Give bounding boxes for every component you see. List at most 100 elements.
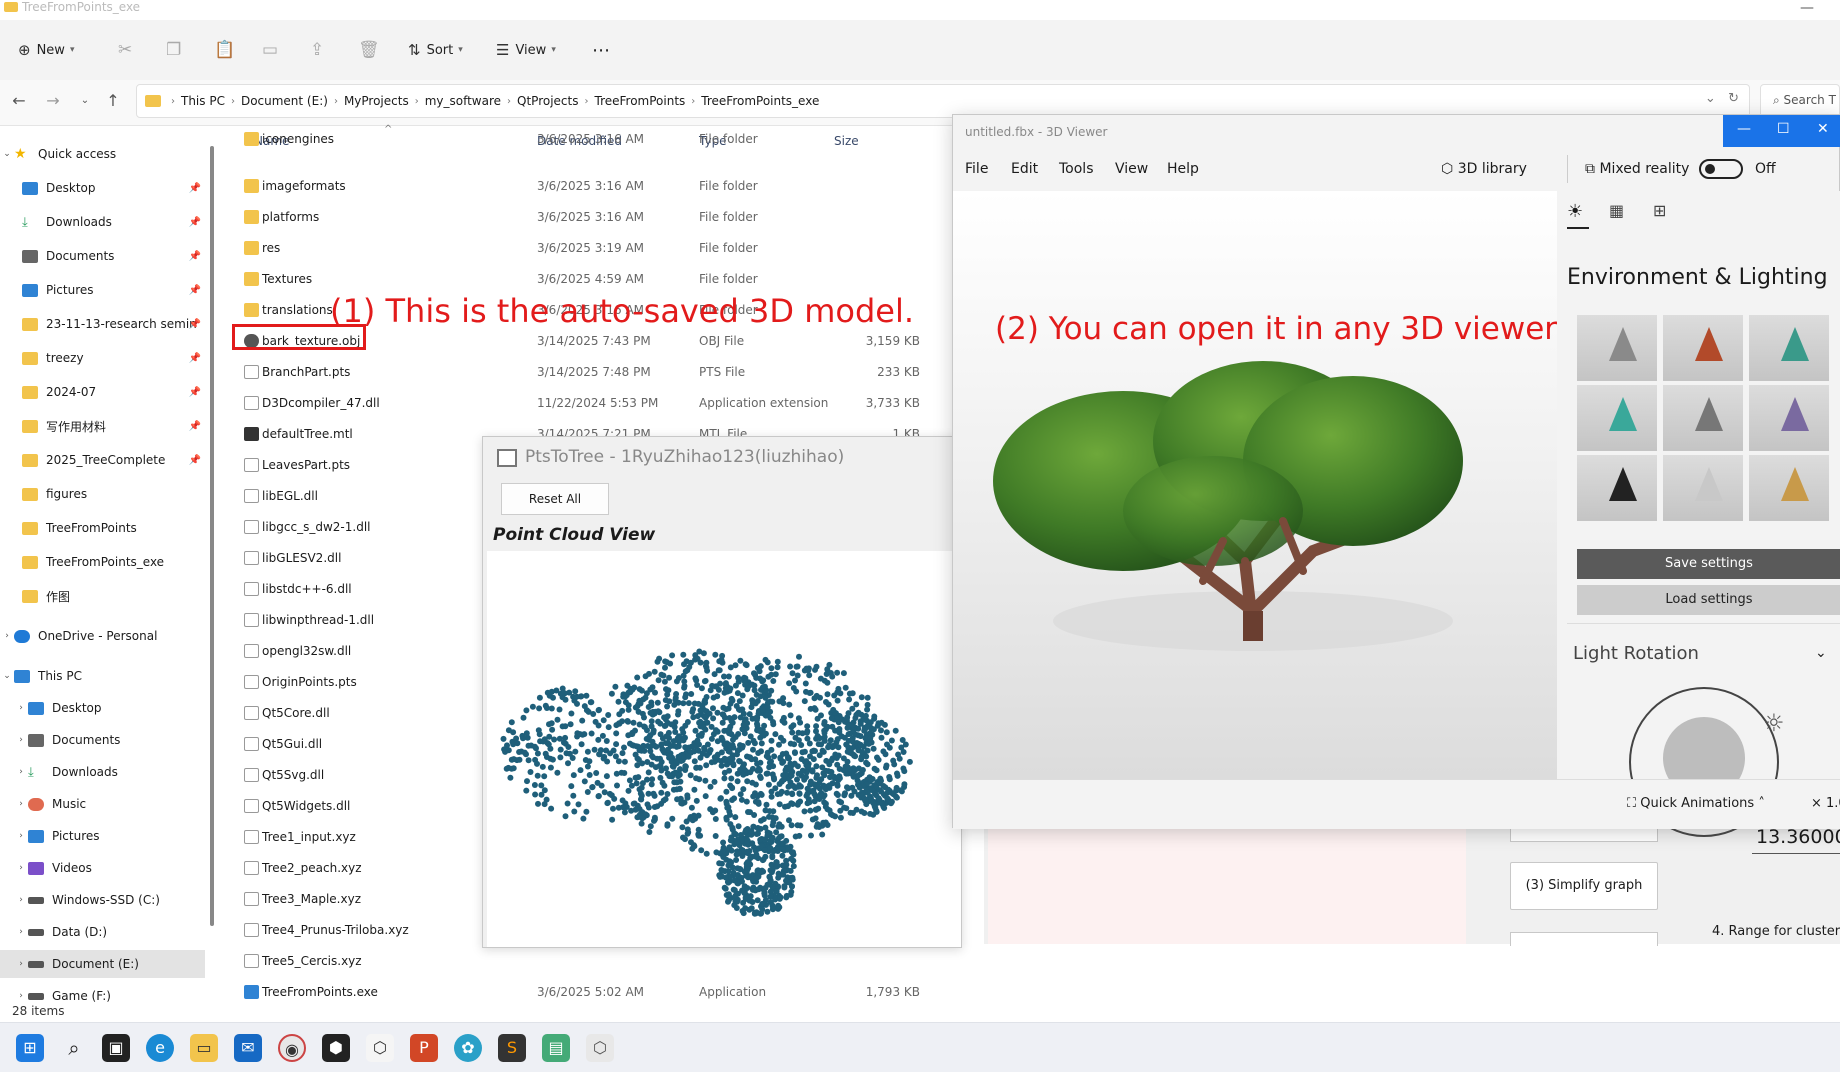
save-settings-button[interactable]: Save settings: [1577, 549, 1840, 579]
sort-button[interactable]: ⇅ Sort ▾: [408, 34, 463, 66]
task-view-icon[interactable]: ▣: [102, 1034, 130, 1062]
copy-icon[interactable]: ❐: [166, 34, 181, 66]
more-options-button[interactable]: ⋯: [592, 34, 610, 66]
file-explorer-icon[interactable]: ▭: [190, 1034, 218, 1062]
table-row[interactable]: Tree5_Cercis.xyz: [232, 946, 952, 977]
breadcrumb-item[interactable]: MyProjects: [344, 94, 409, 108]
nav-item-selected[interactable]: › Document (E:): [0, 950, 205, 978]
nav-item[interactable]: › Videos: [0, 854, 205, 882]
table-row[interactable]: platforms 3/6/2025 3:16 AM File folder: [232, 202, 952, 233]
paste-icon[interactable]: 📋: [214, 34, 235, 66]
delete-icon[interactable]: 🗑: [358, 34, 380, 66]
mixed-reality-toggle[interactable]: [1699, 159, 1743, 179]
grid-icon[interactable]: ⊞: [1653, 201, 1666, 220]
forward-arrow-icon[interactable]: →: [40, 88, 66, 114]
breadcrumb-item[interactable]: This PC: [181, 94, 225, 108]
minimize-icon[interactable]: —: [1737, 121, 1751, 137]
nav-item[interactable]: › Documents: [0, 726, 205, 754]
nav-item[interactable]: 写作用材料 📌: [0, 412, 205, 440]
menu-help[interactable]: Help: [1167, 161, 1199, 177]
qt-app-icon[interactable]: ▤: [542, 1034, 570, 1062]
new-button[interactable]: ⊕ New ▾: [18, 34, 74, 66]
environment-preset[interactable]: [1749, 315, 1829, 381]
breadcrumb-item[interactable]: my_software: [425, 94, 501, 108]
nav-item[interactable]: › Desktop: [0, 694, 205, 722]
windows-start-icon[interactable]: ⊞: [16, 1034, 44, 1062]
environment-preset[interactable]: [1749, 385, 1829, 451]
recent-chevron-icon[interactable]: ⌄: [72, 88, 98, 114]
numeric-field[interactable]: 13.36000: [1752, 826, 1840, 854]
sun-icon[interactable]: ☀: [1567, 201, 1583, 222]
nav-item[interactable]: 作图: [0, 582, 205, 610]
edge-icon[interactable]: e: [146, 1034, 174, 1062]
load-settings-button[interactable]: Load settings: [1577, 585, 1840, 615]
nav-item[interactable]: treezy 📌: [0, 344, 205, 372]
nav-item[interactable]: › ⤓ Downloads: [0, 758, 205, 786]
nav-item[interactable]: figures: [0, 480, 205, 508]
search-input[interactable]: ⌕ Search T: [1760, 84, 1840, 118]
nav-item[interactable]: ⤓ Downloads 📌: [0, 208, 205, 236]
reset-all-button[interactable]: Reset All: [501, 483, 609, 515]
sublime-icon[interactable]: S: [498, 1034, 526, 1062]
environment-preset[interactable]: [1577, 315, 1657, 381]
breadcrumb-item[interactable]: TreeFromPoints_exe: [701, 94, 819, 108]
point-cloud-canvas[interactable]: [487, 551, 961, 947]
minimize-icon[interactable]: —: [1800, 0, 1814, 16]
environment-preset[interactable]: [1663, 315, 1743, 381]
table-row[interactable]: imageformats 3/6/2025 3:16 AM File folder: [232, 171, 952, 202]
nav-item[interactable]: 2025_TreeComplete 📌: [0, 446, 205, 474]
cut-icon[interactable]: ✂: [118, 34, 132, 66]
nav-item[interactable]: ⌄ ★ Quick access: [0, 140, 205, 168]
menu-file[interactable]: File: [965, 161, 988, 177]
background-button[interactable]: [1510, 828, 1658, 842]
environment-preset[interactable]: [1577, 455, 1657, 521]
nav-item[interactable]: 2024-07 📌: [0, 378, 205, 406]
mixed-reality-button[interactable]: ⧉ Mixed reality: [1585, 161, 1689, 177]
breadcrumb[interactable]: › This PC › Document (E:) › MyProjects › my…: [136, 84, 1750, 118]
3d-viewer-icon[interactable]: ⬡: [586, 1034, 614, 1062]
quick-animations-button[interactable]: ⛶ Quick Animations ˄: [1627, 796, 1765, 811]
share-icon[interactable]: ⇪: [310, 34, 324, 66]
nav-item[interactable]: TreeFromPoints_exe: [0, 548, 205, 576]
menu-edit[interactable]: Edit: [1011, 161, 1038, 177]
nav-item[interactable]: › OneDrive - Personal: [0, 622, 205, 650]
table-row[interactable]: res 3/6/2025 3:19 AM File folder: [232, 233, 952, 264]
nav-item[interactable]: › Pictures: [0, 822, 205, 850]
stats-icon[interactable]: ▦: [1609, 201, 1624, 220]
mail-icon[interactable]: ✉: [234, 1034, 262, 1062]
nav-item[interactable]: 23-11-13-research semin 📌: [0, 310, 205, 338]
table-row[interactable]: TreeFromPoints.exe 3/6/2025 5:02 AM Applic…: [232, 977, 952, 1008]
breadcrumb-item[interactable]: QtProjects: [517, 94, 578, 108]
3d-app-icon[interactable]: ⬡: [366, 1034, 394, 1062]
speed-label[interactable]: × 1.0: [1811, 796, 1840, 811]
view-button[interactable]: ☰ View ▾: [496, 34, 556, 66]
nav-item[interactable]: Desktop 📌: [0, 174, 205, 202]
3d-scene[interactable]: (2) You can open it in any 3D viewers.: [953, 191, 1583, 779]
table-row[interactable]: iconengines 3/6/2025 3:16 AM File folder: [232, 124, 952, 155]
breadcrumb-item[interactable]: TreeFromPoints: [595, 94, 686, 108]
powerpoint-icon[interactable]: P: [410, 1034, 438, 1062]
up-arrow-icon[interactable]: ↑: [100, 88, 126, 114]
table-row[interactable]: Textures 3/6/2025 4:59 AM File folder: [232, 264, 952, 295]
table-row[interactable]: D3Dcompiler_47.dll 11/22/2024 5:53 PM Appl…: [232, 388, 952, 419]
nav-item[interactable]: Pictures 📌: [0, 276, 205, 304]
nav-scrollbar[interactable]: [210, 146, 214, 926]
nav-item[interactable]: › Data (D:): [0, 918, 205, 946]
environment-preset[interactable]: [1577, 385, 1657, 451]
environment-preset[interactable]: [1663, 455, 1743, 521]
nav-item[interactable]: › Music: [0, 790, 205, 818]
environment-preset[interactable]: [1749, 455, 1829, 521]
3d-library-button[interactable]: ⬡ 3D library: [1441, 161, 1527, 177]
rename-icon[interactable]: ▭: [262, 34, 278, 66]
simplify-graph-button[interactable]: (3) Simplify graph: [1510, 862, 1658, 910]
nav-item[interactable]: › Windows-SSD (C:): [0, 886, 205, 914]
light-sun-icon[interactable]: ☼: [1763, 709, 1785, 737]
back-arrow-icon[interactable]: ←: [6, 88, 32, 114]
breadcrumb-item[interactable]: Document (E:): [241, 94, 328, 108]
fan-app-icon[interactable]: ✿: [454, 1034, 482, 1062]
nav-item[interactable]: ⌄ This PC: [0, 662, 205, 690]
background-button[interactable]: [1510, 932, 1658, 946]
nav-item[interactable]: TreeFromPoints: [0, 514, 205, 542]
menu-view[interactable]: View: [1115, 161, 1148, 177]
close-icon[interactable]: ✕: [1817, 121, 1829, 137]
